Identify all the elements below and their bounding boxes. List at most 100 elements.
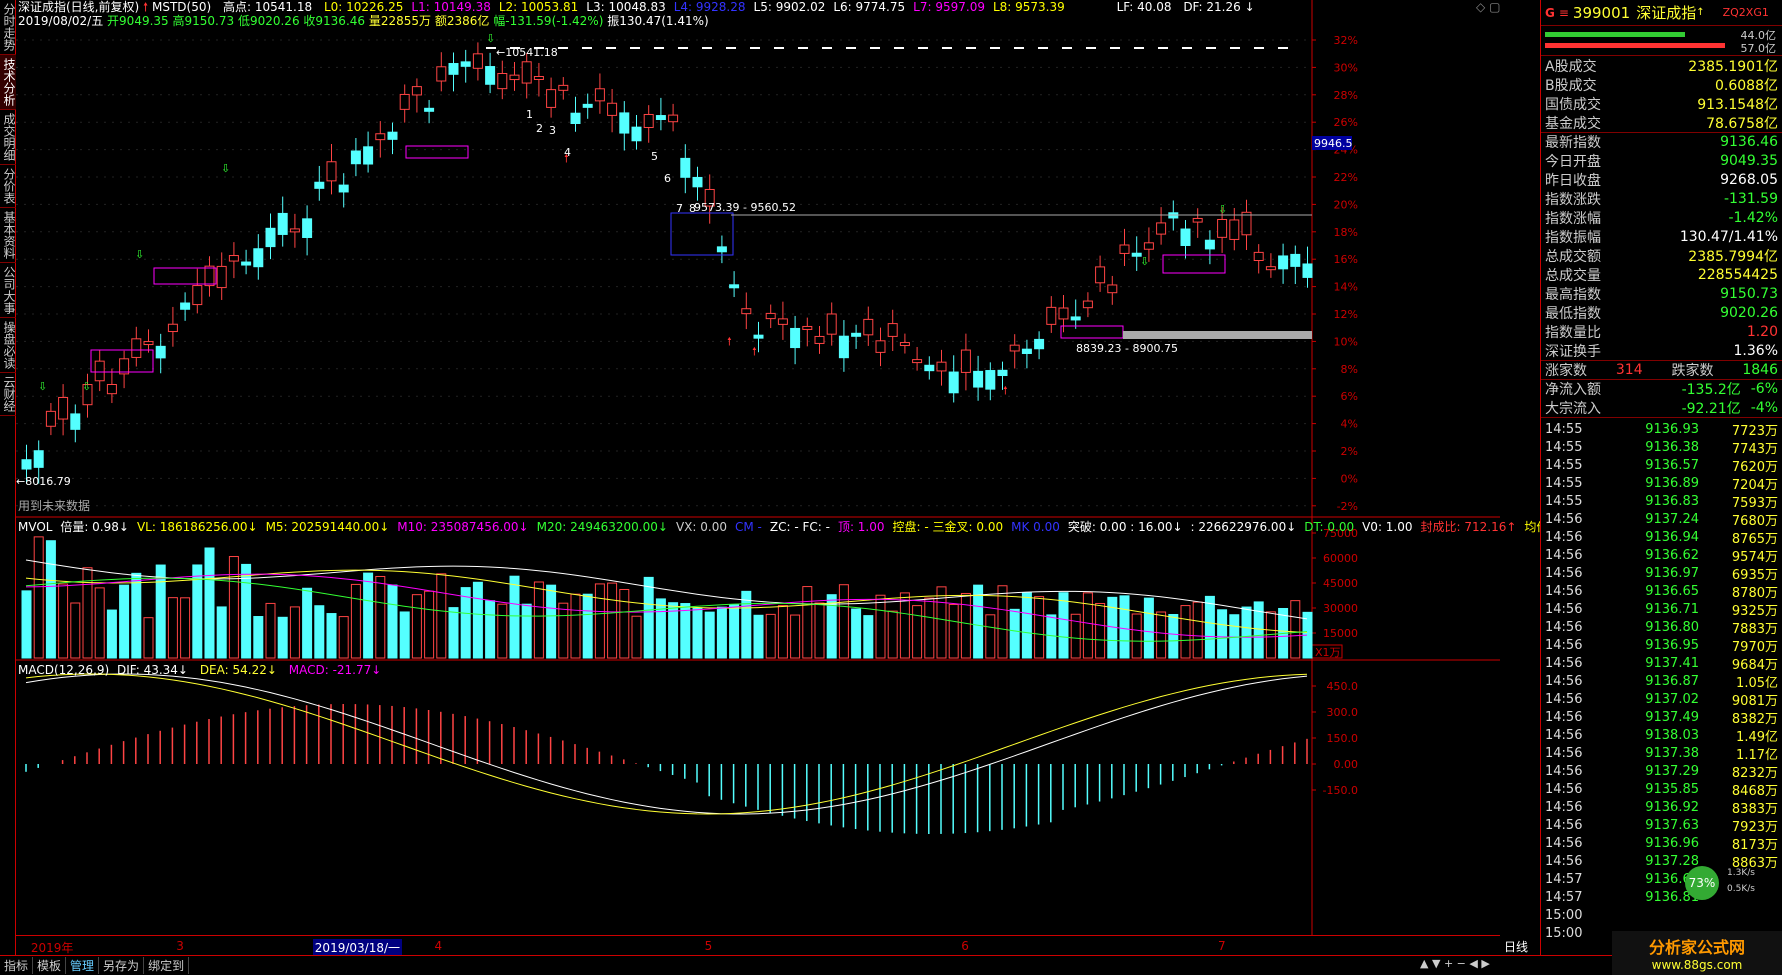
vtab-0[interactable]: 分时走势 [0, 0, 16, 55]
candle-body [692, 176, 703, 188]
candle-body [1107, 284, 1118, 294]
price-marker-label: 9946.5 [1314, 137, 1353, 150]
tick-row: 14:56 9137.24 7680万 [1541, 510, 1782, 529]
bar-amount: 额2386亿 [434, 14, 490, 28]
candle-body [180, 302, 191, 310]
tick-volume: 7723万 [1731, 423, 1778, 439]
volume-indicator-name[interactable]: MVOL [18, 520, 52, 534]
tick-time: 15:00 [1545, 925, 1583, 941]
chart-canvas[interactable]: 32%30%28%26%24%22%20%18%16%14%12%10%8%6%… [16, 0, 1500, 955]
low-price-label: ←8016.79 [16, 475, 71, 488]
candle-body [924, 364, 935, 372]
stat-value: -1.42% [1728, 209, 1778, 226]
macd-axis-label: 300.0 [1327, 706, 1359, 719]
scroll-left-icon[interactable]: ◀ [1469, 957, 1477, 970]
tick-price: 9136.57 [1645, 457, 1699, 473]
chart-area[interactable]: 32% 30% 28% 26% 24% 22% 20% 18% 16% 14% 12% 10% 8% 6%… [16, 0, 1500, 955]
menu-icon[interactable]: ≡ [1559, 6, 1569, 20]
rise-label: 涨家数 [1545, 363, 1587, 379]
vtab-1[interactable]: 技术分析 [0, 55, 16, 110]
outflow-bar [1545, 43, 1725, 48]
tick-time: 14:56 [1545, 817, 1583, 833]
bottom-tab-3[interactable]: 另存为 [99, 957, 145, 974]
scroll-down-icon[interactable]: ▼ [1432, 957, 1440, 970]
tick-list[interactable]: 14:55 9136.93 7723万 14:55 9136.38 7743万 14:55 9… [1541, 417, 1782, 942]
tick-time: 14:56 [1545, 781, 1583, 797]
scroll-up-icon[interactable]: ▲ [1420, 957, 1428, 970]
tick-volume: 9684万 [1731, 657, 1778, 673]
green-arrow-icon: ⇩ [1140, 255, 1149, 268]
window-controls: ◇ ▢ [1476, 0, 1500, 14]
wave-label: 6 [664, 172, 671, 185]
bottom-tab-2[interactable]: 管理 [66, 957, 100, 974]
candle-body [851, 332, 862, 337]
volume-bar [387, 584, 398, 659]
big-inflow-pct: -4% [1750, 399, 1778, 416]
candle-body [631, 126, 642, 142]
candle-body [204, 265, 215, 287]
candle-body [1021, 348, 1032, 354]
volume-bar [289, 606, 300, 659]
restore-icon[interactable]: ◇ [1476, 0, 1485, 14]
volume-bar [33, 536, 44, 659]
level-2: L2: 10053.81 [498, 0, 579, 14]
candle-body [338, 184, 349, 193]
bottom-tab-1[interactable]: 模板 [33, 957, 67, 974]
scroll-minus-icon[interactable]: − [1457, 957, 1466, 970]
volume-bar [631, 615, 642, 659]
volume-bar [655, 598, 666, 659]
vtab-7[interactable]: 云财经 [0, 373, 16, 416]
scroll-plus-icon[interactable]: + [1444, 957, 1453, 970]
candle-body [1034, 338, 1045, 350]
volume-bar [594, 583, 605, 659]
vol-indicator-item-4: M20: 249463200.00↓ [536, 520, 668, 534]
macd-indicator-name[interactable]: MACD(12,26,9) [18, 663, 109, 677]
candle-body [1290, 253, 1301, 267]
net-inflow-label: 净流入额 [1545, 382, 1601, 398]
indicator-name[interactable]: MSTD(50) [152, 0, 211, 14]
volume-bar [1290, 600, 1301, 659]
vtab-4[interactable]: 基本资料 [0, 208, 16, 263]
quote-panel: G ≡ 399001 深证成指 ↑ ZQ2XG1 44.0亿 57.0亿 A股成… [1540, 0, 1782, 955]
vtab-2[interactable]: 成交明细 [0, 110, 16, 165]
quote-panel-tag[interactable]: ZQ2XG1 [1723, 6, 1769, 19]
pattern-box [405, 145, 469, 159]
candle-body [424, 107, 435, 112]
close-panel-icon[interactable]: ▢ [1489, 0, 1500, 14]
volume-bar [948, 603, 959, 659]
volume-bar [1156, 611, 1167, 659]
vtab-6[interactable]: 操盘必读 [0, 318, 16, 373]
period-label[interactable]: 日线 [1504, 938, 1528, 955]
candle-body [228, 255, 239, 262]
candle-body [765, 312, 776, 320]
green-arrow-icon: ⇩ [38, 380, 47, 393]
scroll-right-icon[interactable]: ▶ [1481, 957, 1489, 970]
volume-bar [399, 611, 410, 659]
volume-bar [411, 594, 422, 659]
vtab-5[interactable]: 公司大事 [0, 263, 16, 318]
tick-time: 14:57 [1545, 889, 1583, 905]
tick-row: 14:55 9136.38 7743万 [1541, 438, 1782, 457]
stat-label: 最新指数 [1545, 135, 1601, 151]
vol-indicator-item-15: 封成比: 712.16↑ [1420, 520, 1517, 534]
g-icon[interactable]: G [1545, 6, 1555, 20]
price-axis-label: 2% [1341, 445, 1358, 458]
green-arrow-icon: ⇩ [135, 248, 144, 261]
vertical-tab-bar: 分时走势 技术分析 成交明细 分价表 基本资料 公司大事 操盘必读 云财经 [0, 0, 16, 955]
vtab-3[interactable]: 分价表 [0, 165, 16, 208]
volume-bar [924, 597, 935, 659]
tick-time: 14:56 [1545, 691, 1583, 707]
tick-row: 14:55 9136.89 7204万 [1541, 474, 1782, 493]
bottom-tab-0[interactable]: 指标 [0, 957, 34, 974]
stat-value: 9049.35 [1720, 152, 1778, 169]
tick-price: 9136.80 [1645, 619, 1699, 635]
price-axis-label: 4% [1341, 418, 1358, 431]
bottom-tab-4[interactable]: 绑定到 [144, 957, 190, 974]
stat-value: 1.20 [1746, 323, 1778, 340]
candle-body [716, 246, 727, 253]
volume-bar [216, 606, 227, 659]
logo-text: 分析家公式网 [1648, 938, 1745, 957]
wave-label: 2 [536, 122, 543, 135]
vol-indicator-item-8: 顶: 1.00 [837, 520, 885, 534]
candle-body [509, 74, 520, 81]
